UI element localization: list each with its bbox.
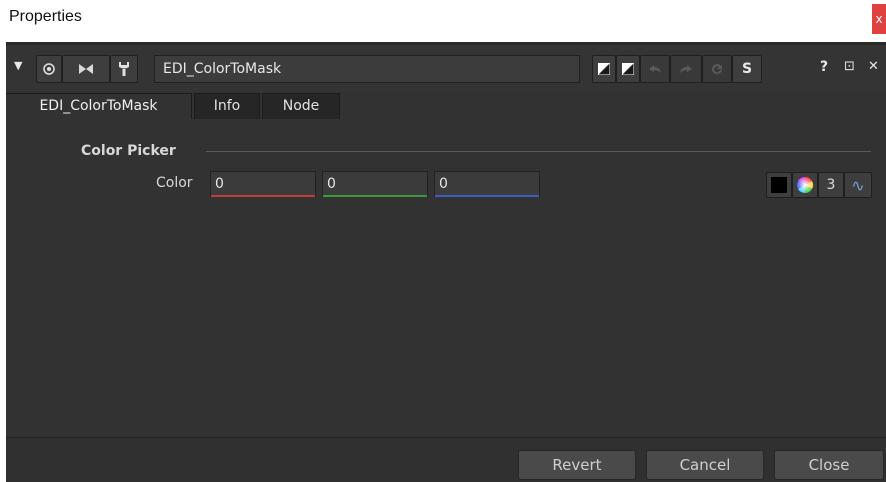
animation-curve-button[interactable]: ∿ <box>844 172 872 198</box>
color-blue-input[interactable]: 0 <box>434 171 540 197</box>
swatch-button-2[interactable] <box>616 55 640 83</box>
color-red-input[interactable]: 0 <box>210 171 316 197</box>
close-button[interactable]: Close <box>774 450 884 480</box>
window-titlebar: Properties x <box>0 0 886 40</box>
tab-node[interactable]: Node <box>262 93 340 119</box>
tab-info[interactable]: Info <box>194 93 260 119</box>
color-red-value: 0 <box>215 176 224 192</box>
node-toolbar: ▼ EDI_ColorToMask S ? ⊡ ✕ <box>6 42 886 92</box>
cancel-button[interactable]: Cancel <box>646 450 764 480</box>
footer-bar: Revert Cancel Close <box>6 437 886 482</box>
green-channel-underline <box>323 195 427 197</box>
tab-edi-colortomask[interactable]: EDI_ColorToMask <box>6 93 192 119</box>
window-title: Properties <box>9 8 82 25</box>
redo-button[interactable] <box>670 55 702 83</box>
disable-button[interactable] <box>62 55 110 83</box>
channel-count-button[interactable]: 3 <box>818 172 844 198</box>
tab-bar: EDI_ColorToMask Info Node <box>6 93 886 119</box>
viewer-button[interactable] <box>36 55 62 83</box>
window-close-button[interactable]: x <box>872 4 886 34</box>
properties-panel: ▼ EDI_ColorToMask S ? ⊡ ✕ EDI_ColorToMas… <box>6 42 886 482</box>
color-green-value: 0 <box>327 176 336 192</box>
undo-button[interactable] <box>640 55 670 83</box>
close-panel-icon[interactable]: ✕ <box>868 59 879 74</box>
curve-icon: ∿ <box>851 175 865 195</box>
color-green-input[interactable]: 0 <box>322 171 428 197</box>
help-icon[interactable]: ? <box>820 59 828 75</box>
knobs-area: Color Picker Color 0 0 0 3 ∿ <box>6 119 886 437</box>
half-swatch-icon <box>622 63 634 75</box>
s-label: S <box>741 61 753 77</box>
color-blue-value: 0 <box>439 176 448 192</box>
color-label: Color <box>156 175 193 191</box>
revert-knobs-button[interactable] <box>702 55 732 83</box>
wrench-icon <box>119 62 129 76</box>
section-title: Color Picker <box>81 143 176 159</box>
swatch-button-1[interactable] <box>592 55 616 83</box>
redo-icon <box>680 65 692 73</box>
settings-button[interactable] <box>110 55 138 83</box>
float-panel-icon[interactable]: ⊡ <box>844 59 855 74</box>
color-wheel-button[interactable] <box>792 172 818 198</box>
refresh-icon <box>712 64 722 75</box>
collapse-arrow-icon[interactable]: ▼ <box>14 59 22 72</box>
half-swatch-icon <box>598 63 610 75</box>
blue-channel-underline <box>435 195 539 197</box>
color-swatch-button[interactable] <box>766 172 792 198</box>
node-name-field[interactable]: EDI_ColorToMask <box>154 55 580 83</box>
black-swatch <box>771 177 787 193</box>
red-channel-underline <box>211 195 315 197</box>
bowtie-icon <box>79 64 93 74</box>
undo-icon <box>649 65 661 73</box>
circle-dot-icon <box>43 63 55 75</box>
revert-button[interactable]: Revert <box>518 450 636 480</box>
s-button[interactable]: S <box>732 55 762 83</box>
color-wheel-icon <box>796 176 814 194</box>
channel-count: 3 <box>826 177 836 193</box>
section-divider <box>206 151 871 152</box>
